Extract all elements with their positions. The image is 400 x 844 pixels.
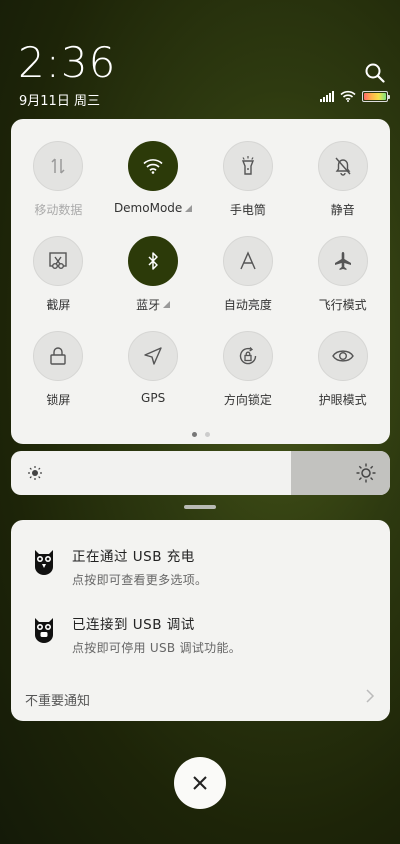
tile-rotation-lock[interactable]: 方向锁定 (201, 331, 296, 408)
clear-all-button[interactable] (174, 757, 226, 809)
quick-settings-grid: 移动数据 DemoMode 手电筒 静音 截屏 蓝牙 自动亮度 飞行模式 锁屏 … (11, 141, 390, 408)
tile-label: 蓝牙 (136, 298, 161, 312)
unimportant-notifications-link[interactable]: 不重要通知 (25, 690, 90, 709)
tile-lock-screen[interactable]: 锁屏 (11, 331, 106, 408)
page-indicator (11, 432, 390, 437)
tile-label: DemoMode (113, 201, 183, 215)
tile-label: 飞行模式 (318, 298, 367, 312)
notification-title: 已连接到 USB 调试 (72, 617, 195, 633)
notification-panel: 正在通过 USB 充电 点按即可查看更多选项。 已连接到 USB 调试 点按即可… (11, 520, 390, 721)
tile-airplane[interactable]: 飞行模式 (295, 236, 390, 313)
chevron-right-icon[interactable] (364, 688, 376, 704)
tile-gps[interactable]: GPS (106, 331, 201, 408)
tile-flashlight[interactable]: 手电筒 (201, 141, 296, 218)
notification-subtitle: 点按即可查看更多选项。 (72, 573, 208, 587)
rotation-lock-icon (222, 331, 273, 381)
drag-handle[interactable] (184, 505, 216, 509)
flashlight-icon (222, 141, 273, 191)
tile-label: 截屏 (46, 298, 71, 312)
tile-auto-brightness[interactable]: 自动亮度 (201, 236, 296, 313)
bluetooth-icon (128, 236, 179, 286)
expand-triangle-icon (163, 301, 171, 308)
auto-brightness-icon (222, 236, 273, 286)
wifi-status-icon (340, 90, 356, 102)
date: 9月11日 周三 (19, 94, 100, 109)
debug-owl-icon (35, 618, 53, 643)
tile-label: 移动数据 (34, 203, 83, 217)
tile-wifi[interactable]: DemoMode (106, 141, 201, 218)
system-status-icons (320, 90, 390, 102)
mobile-data-icon (33, 141, 84, 191)
page-dot[interactable] (204, 432, 210, 437)
tile-label: 方向锁定 (223, 393, 272, 407)
usb-owl-icon (35, 550, 53, 575)
expand-triangle-icon (185, 204, 193, 212)
notification-usb-debugging[interactable]: 已连接到 USB 调试 点按即可停用 USB 调试功能。 (11, 613, 390, 656)
quick-settings-panel: 移动数据 DemoMode 手电筒 静音 截屏 蓝牙 自动亮度 飞行模式 锁屏 … (11, 119, 390, 444)
tile-silent[interactable]: 静音 (295, 141, 390, 218)
airplane-icon (317, 236, 368, 286)
clock: 2:36 (18, 38, 117, 87)
notification-title: 正在通过 USB 充电 (72, 549, 195, 565)
notification-subtitle: 点按即可停用 USB 调试功能。 (72, 641, 242, 655)
tile-bluetooth[interactable]: 蓝牙 (106, 236, 201, 313)
brightness-low-icon (28, 466, 42, 480)
tile-label: 护眼模式 (318, 393, 367, 407)
notification-usb-charging[interactable]: 正在通过 USB 充电 点按即可查看更多选项。 (11, 545, 390, 588)
tile-eye-care[interactable]: 护眼模式 (295, 331, 390, 408)
tile-mobile-data[interactable]: 移动数据 (11, 141, 106, 218)
tile-label: 锁屏 (46, 393, 71, 407)
tile-label: 自动亮度 (223, 298, 272, 312)
tile-label: 静音 (330, 203, 355, 217)
lock-icon (33, 331, 84, 381)
bell-off-icon (317, 141, 368, 191)
brightness-high-icon (356, 463, 376, 483)
wifi-icon (128, 141, 179, 191)
battery-icon (362, 90, 390, 102)
eye-icon (317, 331, 368, 381)
tile-label: GPS (141, 391, 166, 405)
tile-screenshot[interactable]: 截屏 (11, 236, 106, 313)
screenshot-icon (33, 236, 84, 286)
brightness-slider[interactable] (11, 451, 390, 495)
tile-label: 手电筒 (229, 203, 266, 217)
page-dot[interactable] (191, 432, 197, 437)
location-arrow-icon (128, 331, 179, 381)
search-icon[interactable] (364, 62, 386, 84)
close-icon (193, 776, 207, 790)
signal-icon (320, 90, 334, 102)
